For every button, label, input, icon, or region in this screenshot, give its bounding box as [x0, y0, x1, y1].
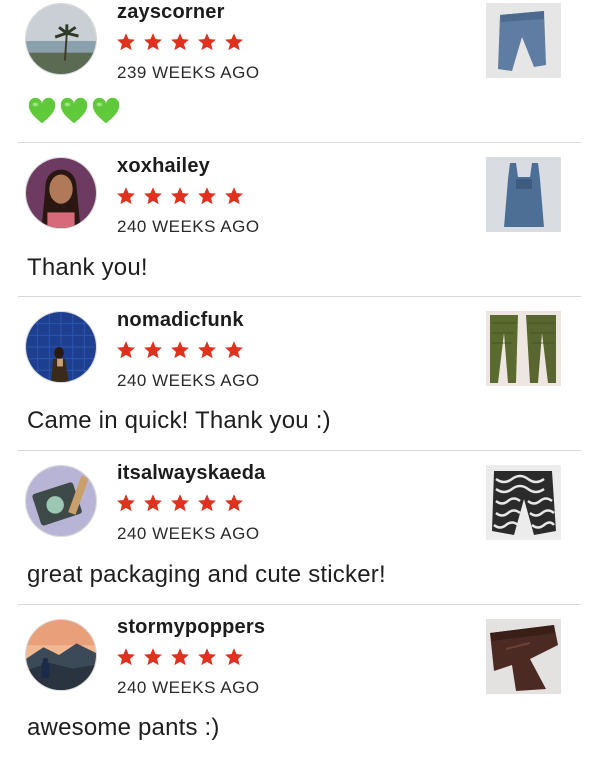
star-icon: [171, 33, 189, 51]
review-comment: great packaging and cute sticker!: [27, 561, 386, 588]
review-timestamp: 240 WEEKS AGO: [117, 678, 260, 697]
star-rating: [116, 340, 244, 360]
star-icon: [225, 187, 243, 205]
star-icon: [144, 648, 162, 666]
star-icon: [198, 341, 216, 359]
star-icon: [198, 494, 216, 512]
star-icon: [225, 648, 243, 666]
star-rating: [116, 32, 244, 52]
star-icon: [198, 33, 216, 51]
avatar[interactable]: [25, 3, 97, 75]
star-icon: [117, 33, 135, 51]
avatar[interactable]: [25, 157, 97, 229]
avatar[interactable]: [25, 311, 97, 383]
star-icon: [225, 494, 243, 512]
star-icon: [198, 187, 216, 205]
star-icon: [171, 648, 189, 666]
username[interactable]: itsalwayskaeda: [117, 462, 265, 485]
review-timestamp: 240 WEEKS AGO: [117, 524, 260, 543]
star-rating: [116, 186, 244, 206]
divider: [18, 296, 581, 297]
green-heart-icon: [28, 97, 56, 124]
divider: [18, 142, 581, 143]
username[interactable]: xoxhailey: [117, 155, 210, 178]
avatar[interactable]: [25, 465, 97, 537]
star-icon: [117, 494, 135, 512]
star-icon: [198, 648, 216, 666]
star-icon: [225, 341, 243, 359]
divider: [18, 450, 581, 451]
item-thumbnail[interactable]: [486, 465, 561, 540]
username[interactable]: stormypoppers: [117, 616, 265, 639]
divider: [18, 604, 581, 605]
green-heart-emojis: [27, 96, 121, 126]
review-timestamp: 240 WEEKS AGO: [117, 371, 260, 390]
avatar[interactable]: [25, 619, 97, 691]
star-icon: [117, 341, 135, 359]
star-rating: [116, 647, 244, 667]
star-icon: [144, 33, 162, 51]
star-icon: [171, 494, 189, 512]
star-icon: [117, 187, 135, 205]
review-timestamp: 240 WEEKS AGO: [117, 217, 260, 236]
review-comment: [27, 96, 121, 133]
star-rating: [116, 493, 244, 513]
review-comment: Thank you!: [27, 254, 148, 281]
review-timestamp: 239 WEEKS AGO: [117, 63, 260, 82]
review-comment: awesome pants :): [27, 714, 220, 741]
item-thumbnail[interactable]: [486, 157, 561, 232]
username[interactable]: zayscorner: [117, 1, 225, 24]
star-icon: [144, 494, 162, 512]
star-icon: [225, 33, 243, 51]
username[interactable]: nomadicfunk: [117, 309, 244, 332]
review-comment: Came in quick! Thank you :): [27, 407, 331, 434]
item-thumbnail[interactable]: [486, 311, 561, 386]
star-icon: [171, 341, 189, 359]
star-icon: [144, 187, 162, 205]
star-icon: [171, 187, 189, 205]
item-thumbnail[interactable]: [486, 3, 561, 78]
star-icon: [117, 648, 135, 666]
star-icon: [144, 341, 162, 359]
green-heart-icon: [92, 97, 120, 124]
green-heart-icon: [60, 97, 88, 124]
item-thumbnail[interactable]: [486, 619, 561, 694]
